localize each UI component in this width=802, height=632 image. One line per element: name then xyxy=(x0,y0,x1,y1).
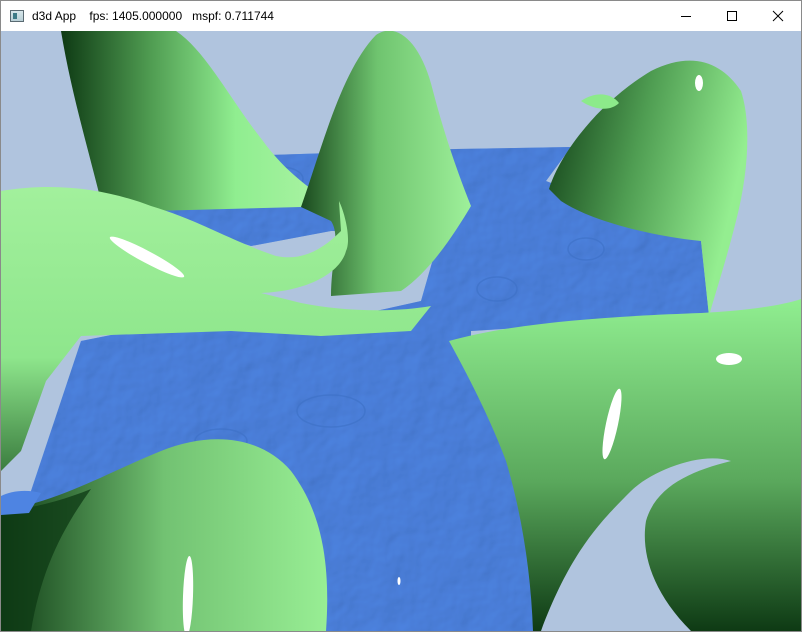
window-title: d3d App fps: 1405.000000 mspf: 0.711744 xyxy=(32,9,274,23)
close-icon xyxy=(772,10,784,22)
rendered-scene xyxy=(1,31,801,631)
close-button[interactable] xyxy=(755,1,801,31)
app-icon xyxy=(10,10,24,22)
maximize-button[interactable] xyxy=(709,1,755,31)
render-viewport[interactable] xyxy=(1,31,801,631)
app-window: d3d App fps: 1405.000000 mspf: 0.711744 xyxy=(0,0,802,632)
minimize-button[interactable] xyxy=(663,1,709,31)
minimize-icon xyxy=(681,16,691,17)
maximize-icon xyxy=(727,11,737,21)
title-bar[interactable]: d3d App fps: 1405.000000 mspf: 0.711744 xyxy=(1,1,801,31)
